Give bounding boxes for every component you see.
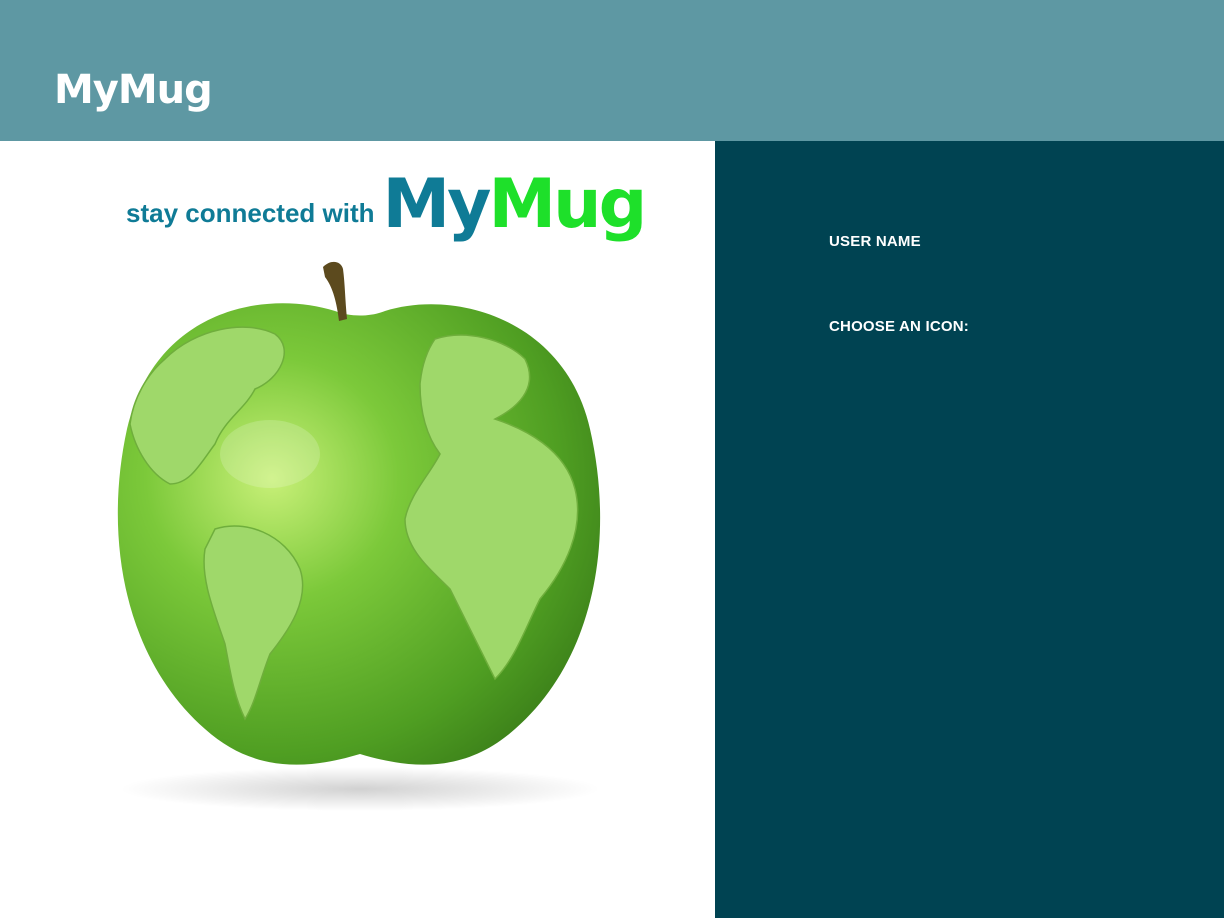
apple-highlight — [220, 420, 320, 488]
choose-icon-label: CHOOSE AN ICON: — [829, 318, 969, 335]
hero-panel: stay connected with MyMug — [0, 141, 715, 918]
header-bar: MyMug — [0, 0, 1224, 141]
tagline-row: stay connected with MyMug — [126, 171, 648, 239]
green-apple-globe-icon — [117, 261, 601, 811]
username-label: USER NAME — [829, 233, 921, 250]
brand-my-text: My — [382, 165, 492, 244]
header-logo[interactable]: MyMug — [54, 70, 213, 110]
brand-mug-text: Mug — [488, 165, 648, 244]
brand-logo-large: MyMug — [383, 171, 648, 239]
tagline-text: stay connected with — [126, 198, 375, 228]
apple-shadow — [120, 767, 600, 811]
login-form-panel: USER NAME CHOOSE AN ICON: — [715, 141, 1224, 918]
